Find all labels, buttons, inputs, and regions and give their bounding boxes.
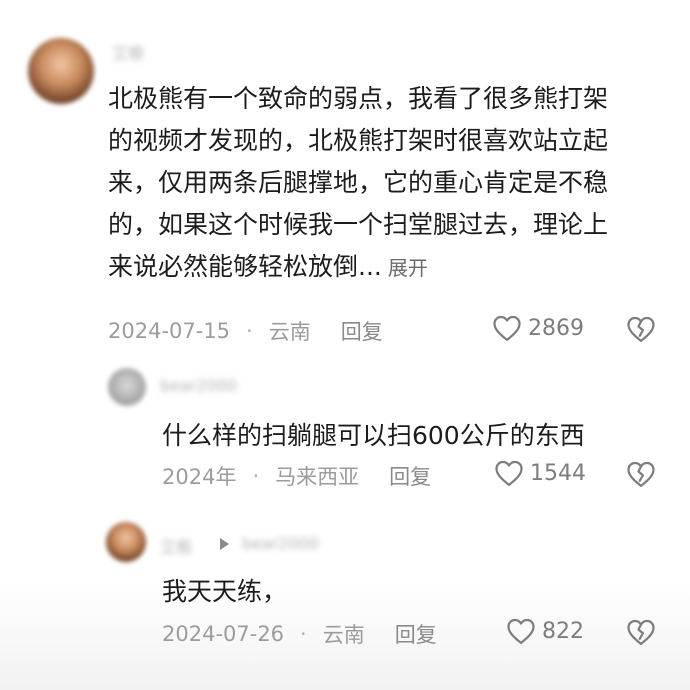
main-comment-line: 来说必然能够轻松放倒... (108, 252, 382, 281)
main-comment-line: 的视频才发现的，北极熊打架时很喜欢站立起 (108, 126, 609, 155)
reply-avatar[interactable] (108, 368, 146, 406)
comment-date: 2024年 (162, 465, 237, 489)
broken-heart-icon (627, 619, 655, 645)
like-count: 2869 (528, 315, 584, 341)
dislike-button[interactable] (626, 460, 656, 492)
broken-heart-icon (627, 461, 655, 487)
heart-outline-icon (493, 315, 521, 341)
like-button[interactable]: 1544 (494, 459, 586, 487)
reply-username[interactable]: bear2000 (160, 376, 237, 395)
main-comment-line-last: 来说必然能够轻松放倒... 展开 (108, 246, 668, 289)
reply-meta: 2024年 · 马来西亚 回复 (162, 461, 431, 491)
reply-button[interactable]: 回复 (395, 619, 437, 649)
comment-location: 云南 (322, 623, 365, 647)
reply-text: 我天天练， (162, 577, 288, 606)
main-comment-avatar[interactable] (28, 38, 94, 104)
main-comment-line: 的，如果这个时候我一个扫堂腿过去，理论上 (108, 210, 609, 239)
main-comment-line: 北极熊有一个致命的弱点，我看了很多熊打架 (108, 84, 609, 113)
main-comment-meta: 2024-07-15 · 云南 回复 (108, 316, 383, 346)
main-comment-username[interactable]: 艾根 (112, 40, 144, 64)
like-button[interactable]: 2869 (492, 314, 584, 342)
reply-button[interactable]: 回复 (389, 461, 431, 491)
expand-button[interactable]: 展开 (388, 256, 428, 280)
dislike-button[interactable] (626, 315, 656, 347)
meta-separator: · (252, 464, 260, 488)
dislike-button[interactable] (626, 618, 656, 650)
heart-outline-icon (495, 460, 523, 486)
meta-separator: · (300, 622, 307, 646)
comment-date: 2024-07-26 (162, 622, 285, 646)
meta-separator: · (246, 319, 253, 343)
broken-heart-icon (627, 316, 655, 342)
like-button[interactable]: 822 (506, 617, 584, 645)
reply-to-username[interactable]: bear2000 (242, 534, 319, 553)
like-count: 822 (542, 618, 584, 644)
reply-button[interactable]: 回复 (341, 316, 383, 346)
reply-to-arrow-icon (220, 538, 229, 550)
reply-avatar[interactable] (106, 522, 146, 562)
main-comment-text: 北极熊有一个致命的弱点，我看了很多熊打架 的视频才发现的，北极熊打架时很喜欢站立… (108, 78, 668, 289)
comment-location: 马来西亚 (275, 465, 360, 489)
reply-text: 什么样的扫躺腿可以扫600公斤的东西 (162, 421, 585, 450)
main-comment-line: 来，仅用两条后腿撑地，它的重心肯定是不稳 (108, 168, 609, 197)
reply-meta: 2024-07-26 · 云南 回复 (162, 619, 437, 649)
heart-outline-icon (507, 618, 535, 644)
reply-username[interactable]: 艾根 (160, 534, 192, 558)
like-count: 1544 (530, 460, 586, 486)
comment-thread: 艾根 北极熊有一个致命的弱点，我看了很多熊打架 的视频才发现的，北极熊打架时很喜… (0, 0, 690, 690)
comment-location: 云南 (268, 320, 311, 344)
comment-date: 2024-07-15 (108, 319, 231, 343)
